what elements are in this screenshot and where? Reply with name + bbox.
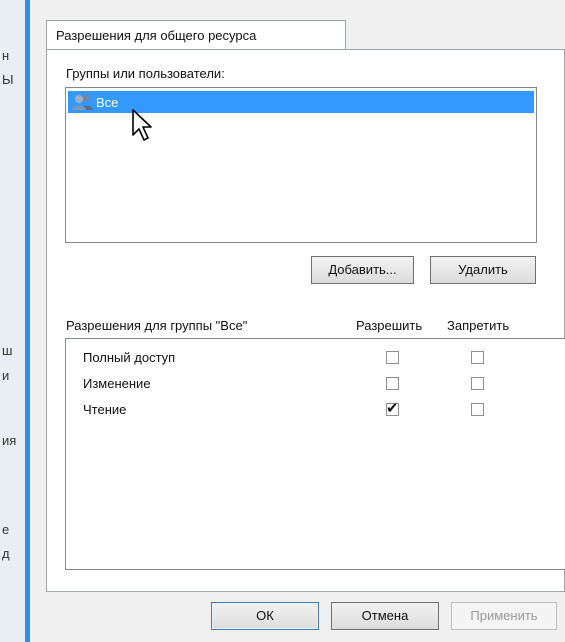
permission-row: Чтение: [83, 402, 126, 422]
apply-button[interactable]: Применить: [451, 602, 557, 630]
deny-read-checkbox[interactable]: [471, 403, 484, 416]
background-text: ш: [2, 343, 13, 358]
checkmark-icon: ✔: [386, 400, 399, 417]
tab-share-permissions[interactable]: Разрешения для общего ресурса: [46, 20, 346, 50]
permissions-label: Разрешения для группы "Все": [66, 318, 248, 333]
permission-row: Изменение: [83, 376, 151, 396]
permission-name: Чтение: [83, 402, 127, 417]
permission-name: Полный доступ: [83, 350, 176, 365]
share-permissions-dialog: Разрешения для общего ресурса Группы или…: [30, 0, 565, 642]
deny-column-header: Запретить: [447, 318, 510, 333]
background-text: н: [2, 48, 10, 63]
background-text: и: [2, 368, 10, 383]
remove-button[interactable]: Удалить: [430, 256, 536, 284]
ok-button[interactable]: ОК: [211, 602, 319, 630]
permission-row: Полный доступ: [83, 350, 175, 370]
users-group-icon: [72, 94, 93, 110]
permission-name: Изменение: [83, 376, 151, 391]
groups-label: Группы или пользователи:: [66, 66, 225, 81]
list-item-label: Все: [96, 95, 119, 110]
background-text: д: [2, 546, 10, 561]
allow-change-checkbox[interactable]: [386, 377, 399, 390]
allow-read-checkbox[interactable]: ✔: [386, 400, 399, 417]
background-window-strip: н Ы ш и ия е д: [0, 0, 31, 642]
background-text: е: [2, 522, 10, 537]
deny-change-checkbox[interactable]: [471, 377, 484, 390]
allow-full-access-checkbox[interactable]: [386, 351, 399, 364]
add-button[interactable]: Добавить...: [311, 256, 414, 284]
background-text: Ы: [2, 72, 14, 87]
background-text: ия: [2, 433, 17, 448]
cancel-button[interactable]: Отмена: [331, 602, 439, 630]
mouse-cursor-icon: [132, 109, 152, 141]
deny-full-access-checkbox[interactable]: [471, 351, 484, 364]
permissions-list: Полный доступ Изменение Чтение ✔: [65, 338, 565, 570]
allow-column-header: Разрешить: [356, 318, 423, 333]
